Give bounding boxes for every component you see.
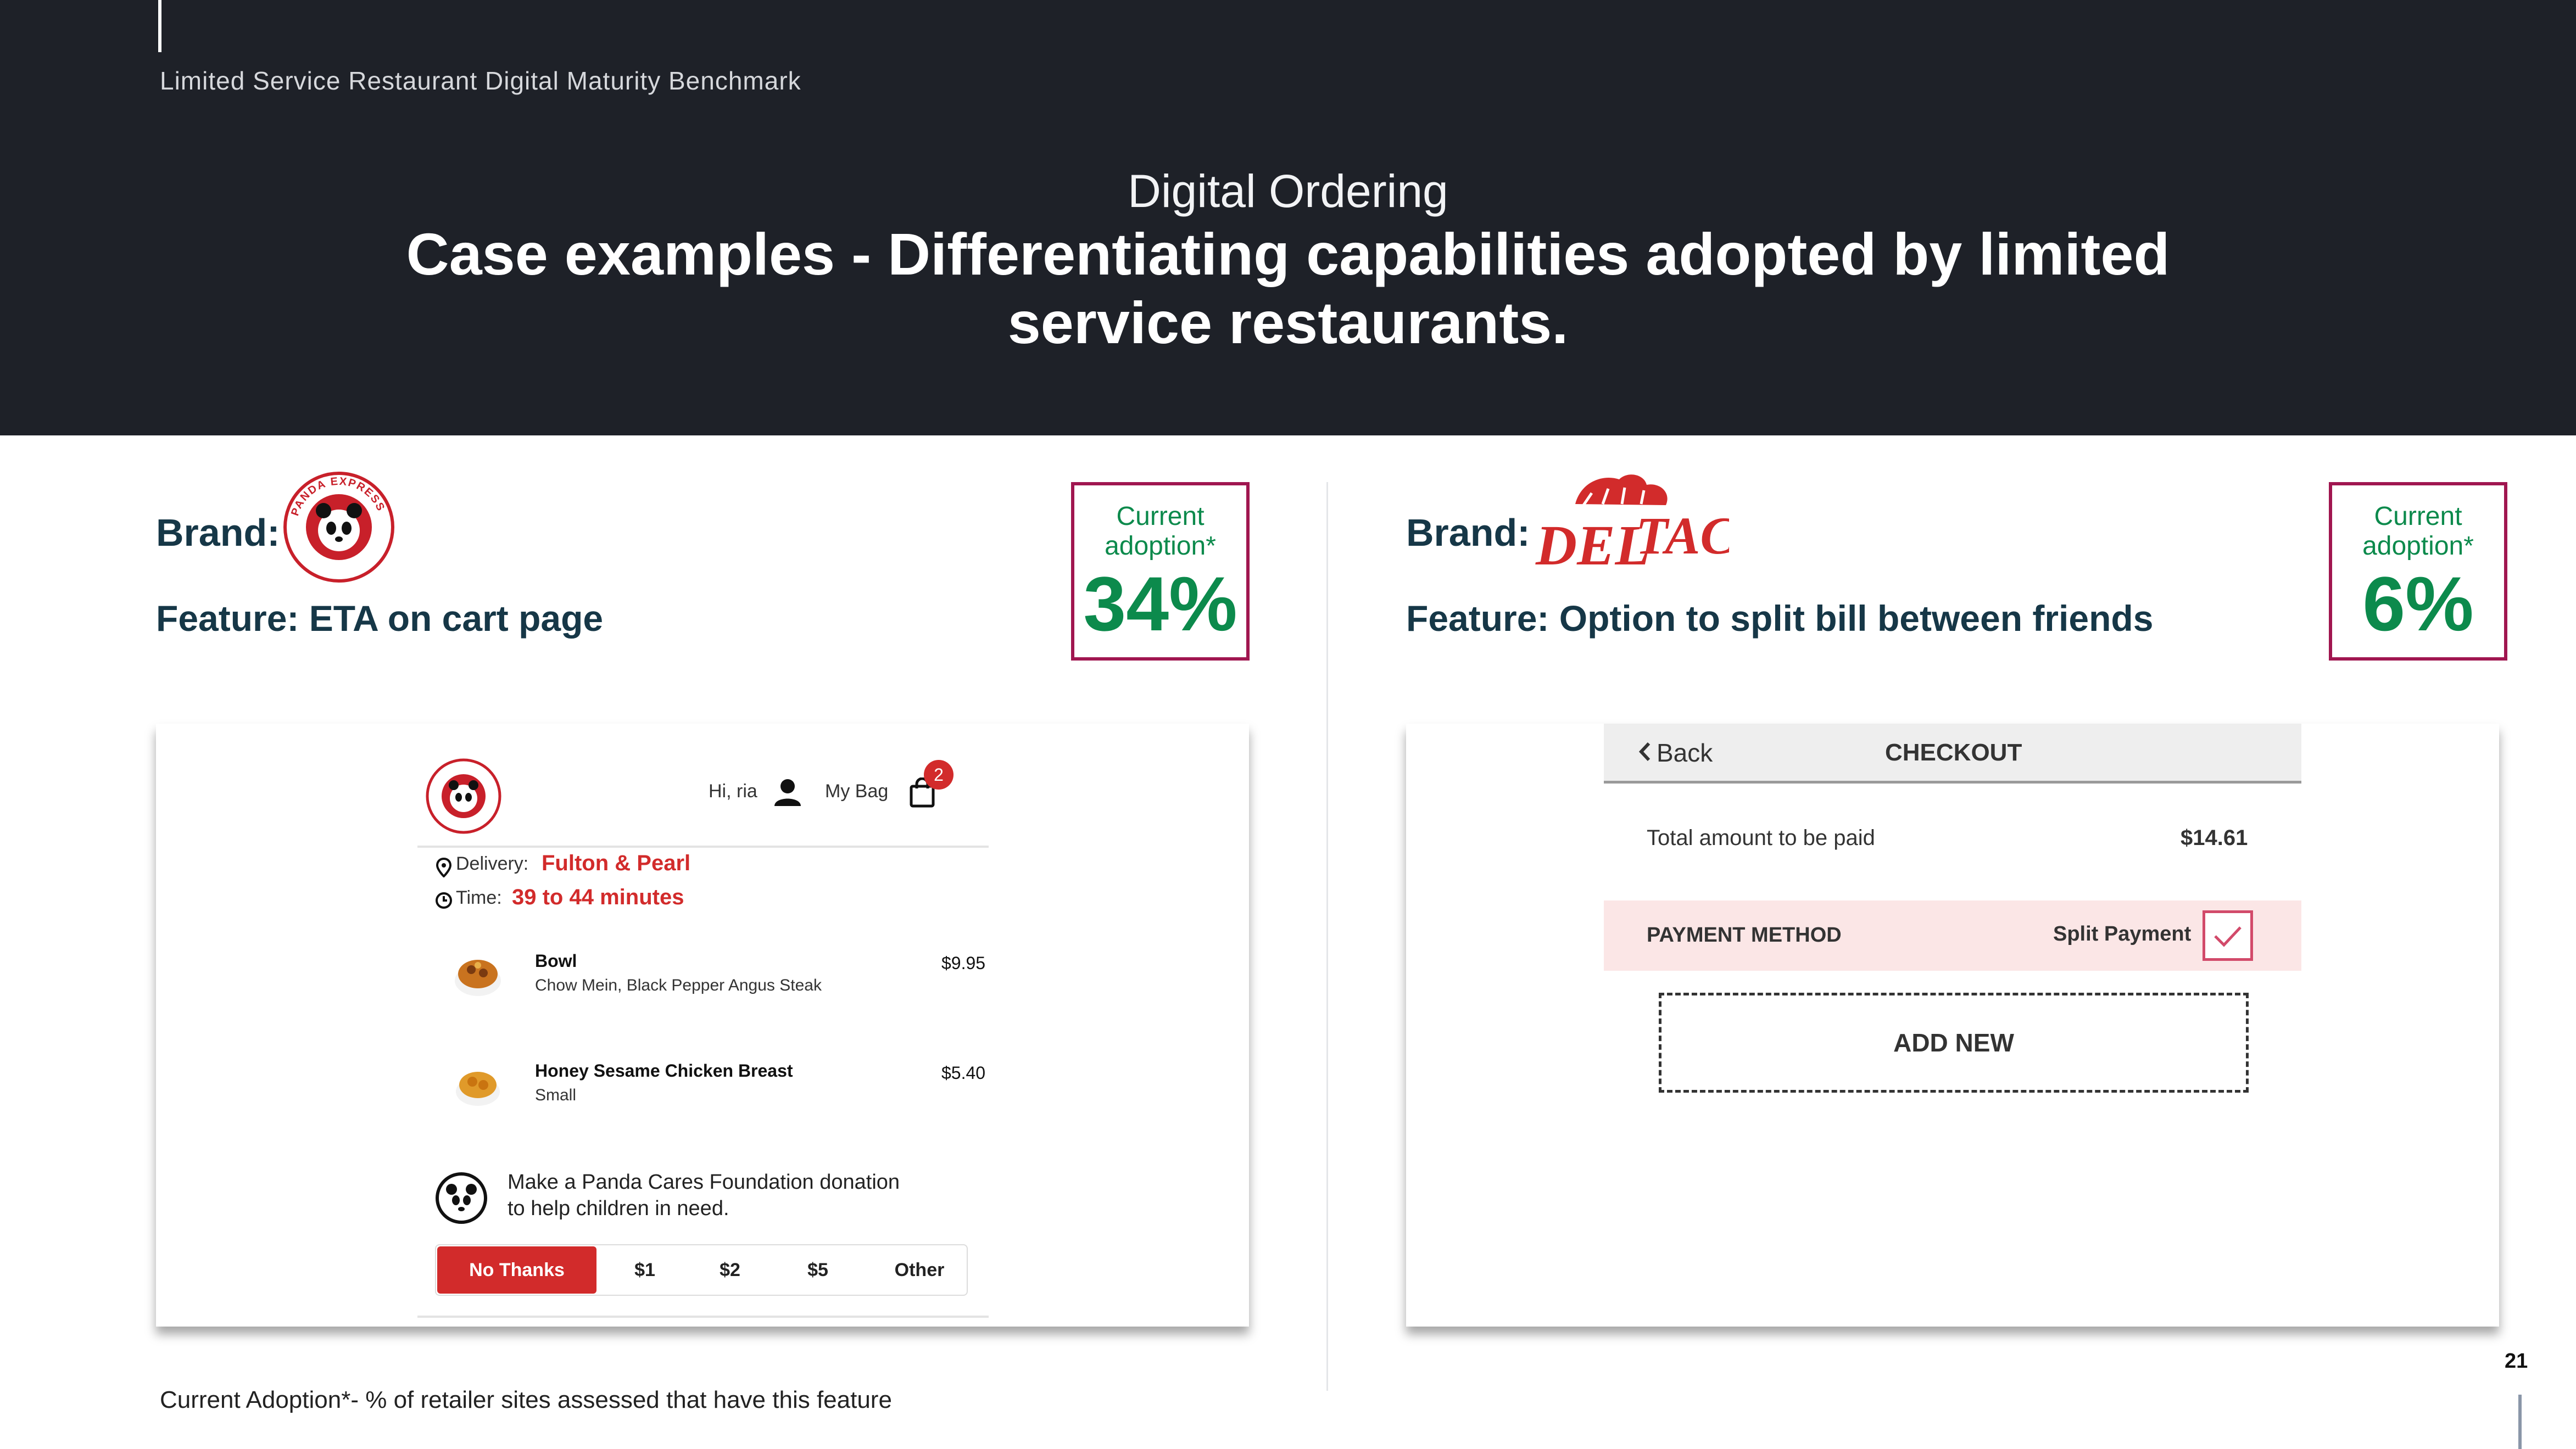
chicken-food-image	[451, 1059, 504, 1111]
item-price: $9.95	[941, 953, 986, 973]
user-icon[interactable]	[772, 776, 803, 807]
adoption-box-right: Current adoption* 6%	[2329, 482, 2507, 661]
donate-2-button[interactable]: $2	[708, 1245, 752, 1295]
clock-icon	[435, 892, 453, 909]
header-accent-line	[158, 0, 161, 52]
panda-cares-icon	[434, 1171, 489, 1226]
footer-divider	[417, 1316, 989, 1318]
panda-express-logo-small	[425, 758, 502, 835]
svg-text:TACO: TACO	[1636, 506, 1729, 565]
cart-page-screenshot: Hi, ria My Bag 2 Delivery: Fulton & Pear…	[156, 724, 1249, 1327]
add-new-button[interactable]: ADD NEW	[1659, 993, 2249, 1093]
no-thanks-button[interactable]: No Thanks	[437, 1246, 596, 1294]
payment-method-label: PAYMENT METHOD	[1647, 924, 1842, 947]
feature-label-right: Feature: Option to split bill between fr…	[1406, 598, 2154, 639]
bowl-food-image	[451, 949, 504, 1002]
split-payment-checkbox[interactable]	[2203, 910, 2253, 961]
split-payment-label: Split Payment	[2053, 922, 2192, 946]
adoption-value: 6%	[2362, 561, 2474, 647]
document-title: Limited Service Restaurant Digital Matur…	[160, 66, 801, 95]
back-button[interactable]: Back	[1657, 738, 1713, 768]
adoption-label: Current adoption*	[2362, 502, 2474, 561]
item-name: Honey Sesame Chicken Breast	[535, 1061, 793, 1081]
my-bag-link[interactable]: My Bag	[825, 781, 888, 802]
page-number: 21	[2505, 1350, 2528, 1373]
page-title: Case examples - Differentiating capabili…	[406, 221, 2170, 356]
item-description: Chow Mein, Black Pepper Angus Steak	[535, 976, 822, 994]
svg-text:DEL: DEL	[1535, 514, 1650, 573]
donate-other-button[interactable]: Other	[881, 1245, 958, 1295]
donate-1-button[interactable]: $1	[623, 1245, 667, 1295]
footnote: Current Adoption*- % of retailer sites a…	[160, 1386, 892, 1413]
total-amount: $14.61	[2181, 826, 2248, 850]
total-label: Total amount to be paid	[1647, 826, 1875, 850]
bag-count-badge: 2	[924, 760, 954, 790]
item-description: Small	[535, 1086, 577, 1104]
del-taco-logo: DEL TACO	[1531, 471, 1774, 577]
donation-options: No Thanks $1 $2 $5 Other	[435, 1244, 968, 1296]
checkout-screenshot: Back CHECKOUT Total amount to be paid $1…	[1406, 724, 2499, 1327]
footer-accent-line	[2518, 1395, 2522, 1449]
checkout-title: CHECKOUT	[1885, 739, 2022, 766]
section-title: Digital Ordering	[1128, 165, 1448, 217]
time-label: Time:	[456, 887, 502, 908]
checkmark-icon	[2214, 926, 2242, 947]
adoption-box-left: Current adoption* 34%	[1071, 482, 1250, 661]
item-price: $5.40	[941, 1063, 986, 1083]
donation-text: Make a Panda Cares Foundation donation	[508, 1171, 900, 1194]
adoption-label: Current adoption*	[1105, 502, 1216, 561]
user-greeting[interactable]: Hi, ria	[709, 781, 757, 802]
donation-text: to help children in need.	[508, 1197, 729, 1220]
item-name: Bowl	[535, 951, 577, 971]
adoption-value: 34%	[1083, 561, 1237, 647]
location-pin-icon	[436, 857, 452, 878]
delivery-label: Delivery:	[456, 853, 529, 874]
payment-method-row: PAYMENT METHOD Split Payment	[1604, 900, 2301, 971]
feature-label-left: Feature: ETA on cart page	[156, 598, 604, 639]
header-divider	[417, 846, 989, 848]
delivery-eta: 39 to 44 minutes	[512, 885, 684, 909]
donate-5-button[interactable]: $5	[796, 1245, 840, 1295]
panda-express-logo: PANDA EXPRESS	[283, 471, 395, 584]
checkout-top-bar: Back CHECKOUT	[1604, 724, 2301, 784]
brand-label-right: Brand:	[1406, 511, 1530, 554]
brand-label-left: Brand:	[156, 511, 280, 554]
delivery-location[interactable]: Fulton & Pearl	[542, 851, 690, 876]
panel-divider	[1326, 482, 1328, 1391]
chevron-left-icon[interactable]	[1637, 738, 1653, 765]
